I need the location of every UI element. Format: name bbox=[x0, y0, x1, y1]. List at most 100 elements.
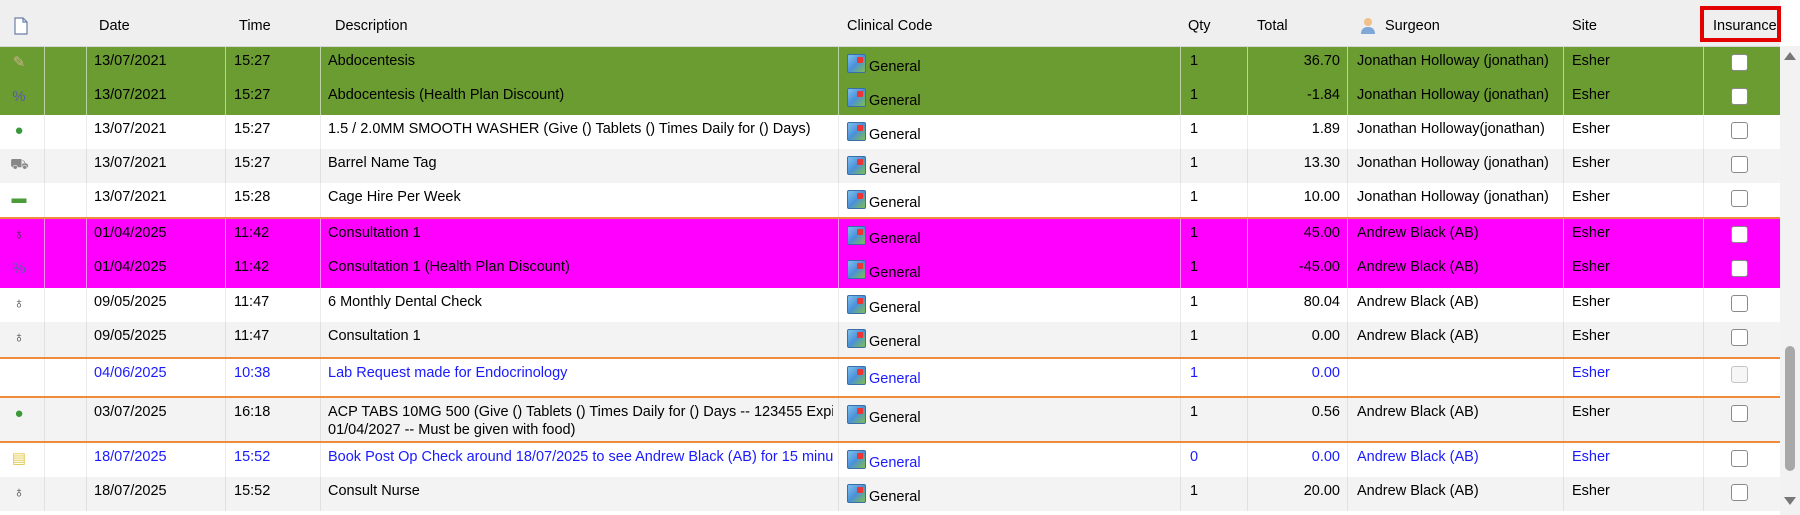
scroll-up-icon[interactable] bbox=[1784, 52, 1796, 60]
column-divider bbox=[1563, 149, 1564, 183]
table-row[interactable]: ♁ 09/05/2025 11:47 Consultation 1 General 1 0.… bbox=[0, 322, 1780, 359]
document-icon[interactable] bbox=[14, 0, 28, 46]
column-divider bbox=[320, 253, 321, 288]
column-divider bbox=[1180, 398, 1181, 441]
row-site: Esher bbox=[1572, 365, 1610, 381]
column-divider bbox=[44, 359, 45, 396]
table-row[interactable]: ● 03/07/2025 16:18 ACP TABS 10MG 500 (Give … bbox=[0, 398, 1780, 443]
col-date-header[interactable]: Date bbox=[99, 0, 130, 46]
grid-header: Date Time Description Clinical Code Qty … bbox=[0, 0, 1781, 47]
table-row[interactable]: ● 13/07/2021 15:27 1.5 / 2.0MM SMOOTH WASHE… bbox=[0, 115, 1780, 149]
row-date: 18/07/2025 bbox=[94, 483, 167, 499]
insurance-checkbox[interactable] bbox=[1731, 366, 1748, 383]
row-total: 1.89 bbox=[1311, 121, 1340, 137]
column-divider bbox=[320, 398, 321, 441]
column-divider bbox=[838, 183, 839, 217]
column-divider bbox=[1347, 183, 1348, 217]
column-divider bbox=[1180, 477, 1181, 511]
column-divider bbox=[1563, 253, 1564, 288]
table-row[interactable]: ▬ 13/07/2021 15:28 Cage Hire Per Week Genera… bbox=[0, 183, 1780, 217]
row-qty: 1 bbox=[1190, 365, 1199, 381]
column-divider bbox=[1347, 115, 1348, 149]
insurance-header-highlight bbox=[1700, 6, 1781, 42]
column-divider bbox=[1703, 253, 1704, 288]
insurance-checkbox[interactable] bbox=[1731, 156, 1748, 173]
row-clinical-code: General bbox=[869, 127, 921, 143]
column-divider bbox=[225, 398, 226, 441]
row-qty: 1 bbox=[1190, 87, 1199, 103]
row-site: Esher bbox=[1572, 483, 1610, 499]
insurance-checkbox[interactable] bbox=[1731, 484, 1748, 501]
column-divider bbox=[1180, 322, 1181, 357]
column-divider bbox=[86, 47, 87, 81]
column-divider bbox=[1347, 81, 1348, 115]
col-surgeon-header[interactable]: Surgeon bbox=[1385, 0, 1440, 46]
table-row[interactable]: ✎ 13/07/2021 15:27 Abdocentesis General 1 36.7… bbox=[0, 47, 1780, 81]
clinical-code-icon bbox=[847, 260, 866, 279]
row-time: 16:18 bbox=[234, 404, 271, 420]
col-description-header[interactable]: Description bbox=[335, 0, 408, 46]
col-qty-header[interactable]: Qty bbox=[1188, 0, 1211, 46]
table-row[interactable]: ♁ 18/07/2025 15:52 Consult Nurse General 1 20.… bbox=[0, 477, 1780, 511]
column-divider bbox=[1180, 81, 1181, 115]
column-divider bbox=[86, 115, 87, 149]
row-qty: 1 bbox=[1190, 225, 1199, 241]
row-total: 13.30 bbox=[1303, 155, 1340, 171]
column-divider bbox=[1703, 359, 1704, 396]
col-time-header[interactable]: Time bbox=[239, 0, 271, 46]
row-qty: 1 bbox=[1190, 121, 1199, 137]
insurance-checkbox[interactable] bbox=[1731, 260, 1748, 277]
column-divider bbox=[838, 149, 839, 183]
scrollbar-thumb[interactable] bbox=[1785, 346, 1795, 471]
row-surgeon: Andrew Black (AB) bbox=[1357, 483, 1479, 499]
row-description: Consultation 1 bbox=[328, 225, 421, 241]
table-row[interactable]: ♁ 09/05/2025 11:47 6 Monthly Dental Check Ge… bbox=[0, 288, 1780, 322]
clinical-code-icon bbox=[847, 88, 866, 107]
clinical-history-grid: Date Time Description Clinical Code Qty … bbox=[0, 0, 1781, 515]
row-clinical-code: General bbox=[869, 489, 921, 505]
col-total-header[interactable]: Total bbox=[1257, 0, 1288, 46]
clinical-code-icon bbox=[847, 226, 866, 245]
insurance-checkbox[interactable] bbox=[1731, 295, 1748, 312]
column-divider bbox=[1180, 115, 1181, 149]
table-row[interactable]: % 13/07/2021 15:27 Abdocentesis (Health Pla… bbox=[0, 81, 1780, 115]
row-time: 11:47 bbox=[234, 328, 270, 344]
insurance-checkbox[interactable] bbox=[1731, 54, 1748, 71]
percent-icon: % bbox=[12, 260, 26, 277]
row-site: Esher bbox=[1572, 189, 1610, 205]
insurance-checkbox[interactable] bbox=[1731, 405, 1748, 422]
insurance-checkbox[interactable] bbox=[1731, 122, 1748, 139]
insurance-checkbox[interactable] bbox=[1731, 226, 1748, 243]
row-total: 80.04 bbox=[1303, 294, 1340, 310]
table-row[interactable]: ♁ 01/04/2025 11:42 Consultation 1 General 1 45… bbox=[0, 217, 1780, 255]
row-clinical-code: General bbox=[869, 59, 921, 75]
insurance-checkbox[interactable] bbox=[1731, 190, 1748, 207]
column-divider bbox=[1180, 443, 1181, 477]
col-site-header[interactable]: Site bbox=[1572, 0, 1597, 46]
col-clinical-code-header[interactable]: Clinical Code bbox=[847, 0, 932, 46]
stethoscope-icon: ♁ bbox=[13, 484, 25, 501]
column-divider bbox=[1563, 288, 1564, 322]
scroll-down-icon[interactable] bbox=[1784, 497, 1796, 505]
cash-icon: ▬ bbox=[11, 190, 27, 207]
vertical-scrollbar[interactable] bbox=[1780, 46, 1800, 515]
row-time: 15:52 bbox=[234, 483, 271, 499]
column-divider bbox=[44, 288, 45, 322]
insurance-checkbox[interactable] bbox=[1731, 450, 1748, 467]
table-row[interactable]: % 01/04/2025 11:42 Consultation 1 (Health P… bbox=[0, 253, 1780, 290]
note-icon: ▤ bbox=[11, 450, 27, 467]
row-clinical-code: General bbox=[869, 231, 921, 247]
row-qty: 1 bbox=[1190, 404, 1199, 420]
column-divider bbox=[225, 288, 226, 322]
row-surgeon: Jonathan Holloway (jonathan) bbox=[1357, 87, 1549, 103]
insurance-checkbox[interactable] bbox=[1731, 88, 1748, 105]
insurance-checkbox[interactable] bbox=[1731, 329, 1748, 346]
table-row[interactable]: ⛟ 13/07/2021 15:27 Barrel Name Tag General 1 1… bbox=[0, 149, 1780, 183]
column-divider bbox=[320, 115, 321, 149]
column-divider bbox=[1703, 288, 1704, 322]
table-row[interactable]: ▤ 18/07/2025 15:52 Book Post Op Check aroun… bbox=[0, 443, 1780, 477]
column-divider bbox=[838, 115, 839, 149]
column-divider bbox=[838, 322, 839, 357]
table-row[interactable]: 04/06/2025 10:38 Lab Request made for Endo… bbox=[0, 359, 1780, 398]
column-divider bbox=[86, 253, 87, 288]
